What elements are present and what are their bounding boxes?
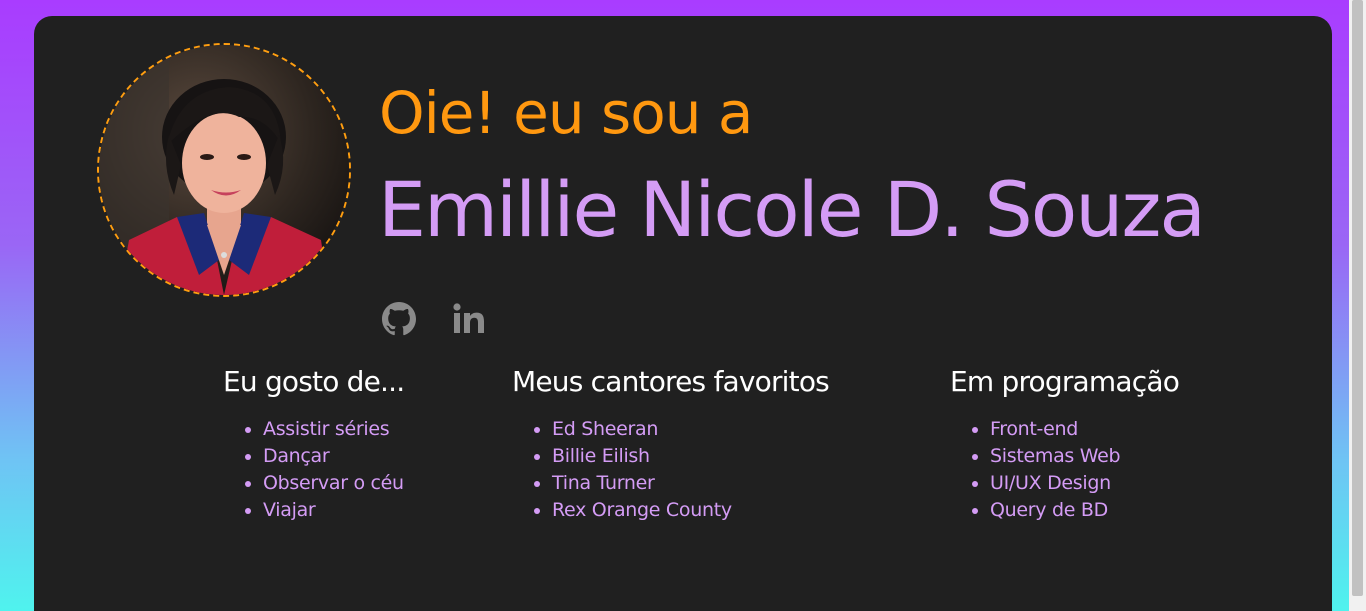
linkedin-icon <box>453 303 484 333</box>
singers-list: Ed Sheeran Billie Eilish Tina Turner Rex… <box>512 416 829 524</box>
hobbies-list: Assistir séries Dançar Observar o céu Vi… <box>223 416 404 524</box>
github-icon <box>382 302 416 336</box>
list-item: Assistir séries <box>263 416 404 443</box>
vertical-scrollbar[interactable] <box>1349 0 1366 611</box>
linkedin-link[interactable] <box>452 302 486 336</box>
list-item: Dançar <box>263 443 404 470</box>
scrollbar-thumb[interactable] <box>1352 0 1363 596</box>
list-item: Front-end <box>990 416 1179 443</box>
list-item: Sistemas Web <box>990 443 1179 470</box>
profile-name: Emillie Nicole D. Souza <box>378 165 1206 254</box>
programming-section: Em programação Front-end Sistemas Web UI… <box>950 365 1180 524</box>
hobbies-title: Eu gosto de... <box>223 365 405 398</box>
list-item: Rex Orange County <box>552 497 829 524</box>
hobbies-section: Eu gosto de... Assistir séries Dançar Ob… <box>223 365 405 524</box>
github-link[interactable] <box>382 302 416 336</box>
singers-title: Meus cantores favoritos <box>512 365 830 398</box>
list-item: Viajar <box>263 497 404 524</box>
programming-title: Em programação <box>950 365 1180 398</box>
programming-list: Front-end Sistemas Web UI/UX Design Quer… <box>950 416 1179 524</box>
list-item: Query de BD <box>990 497 1179 524</box>
list-item: UI/UX Design <box>990 470 1179 497</box>
greeting-heading: Oie! eu sou a <box>379 79 753 147</box>
profile-card: Oie! eu sou a Emillie Nicole D. Souza Eu… <box>34 16 1332 611</box>
profile-photo <box>97 43 351 297</box>
list-item: Observar o céu <box>263 470 404 497</box>
list-item: Tina Turner <box>552 470 829 497</box>
singers-section: Meus cantores favoritos Ed Sheeran Billi… <box>512 365 830 524</box>
list-item: Ed Sheeran <box>552 416 829 443</box>
list-item: Billie Eilish <box>552 443 829 470</box>
social-links <box>382 302 486 336</box>
